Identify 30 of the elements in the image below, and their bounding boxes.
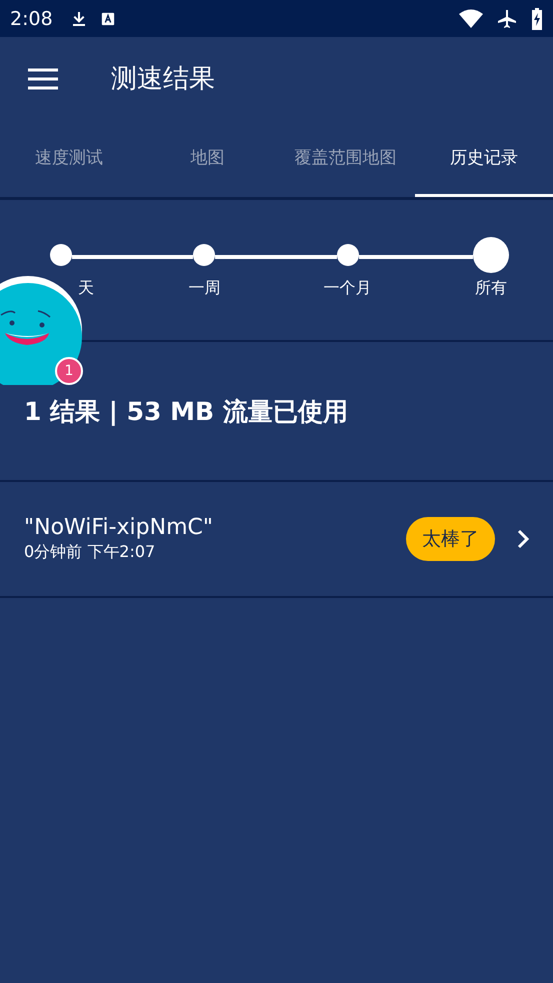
- results-summary: 1 结果 | 53 MB 流量已使用: [24, 396, 348, 428]
- slider-track-segment[interactable]: [72, 255, 194, 259]
- battery-icon: [531, 8, 543, 30]
- result-time: 0分钟前 下午2:07: [24, 542, 156, 563]
- chevron-right-icon: [517, 529, 529, 549]
- tab[interactable]: 覆盖范围地图: [276, 120, 415, 197]
- tab[interactable]: 地图: [138, 120, 276, 197]
- result-row[interactable]: "NoWiFi-xipNmC" 0分钟前 下午2:07 太棒了: [0, 482, 553, 598]
- tab[interactable]: 速度测试: [0, 120, 138, 197]
- slider-track-segment[interactable]: [358, 255, 473, 259]
- slider-stop[interactable]: [472, 237, 509, 273]
- wifi-icon: [459, 8, 483, 28]
- slider-label: 一个月: [324, 278, 372, 299]
- slider-track-segment[interactable]: [215, 255, 337, 259]
- slider-label: 所有: [474, 278, 507, 299]
- airplane-icon: [497, 8, 517, 28]
- rating-badge: 太棒了: [406, 517, 495, 561]
- network-name: "NoWiFi-xipNmC": [24, 515, 214, 540]
- clock: 2:08: [10, 8, 53, 30]
- menu-button[interactable]: [28, 68, 58, 90]
- download-icon: [70, 10, 87, 26]
- tab[interactable]: 历史记录: [414, 120, 553, 197]
- slider-stop[interactable]: [50, 244, 72, 266]
- slider-label: 一周: [188, 278, 220, 299]
- slider-stop[interactable]: [336, 244, 359, 266]
- slider-stop[interactable]: [193, 244, 216, 266]
- menu-icon: [28, 68, 58, 90]
- screen-title: 测速结果: [111, 63, 215, 96]
- square-icon: [100, 12, 115, 26]
- notification-badge: 1: [55, 357, 83, 385]
